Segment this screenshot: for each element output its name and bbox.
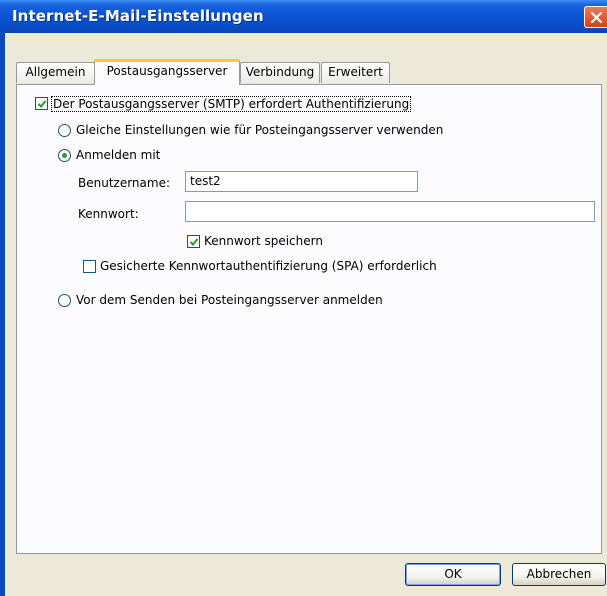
tab-allgemein-label: Allgemein (25, 65, 86, 79)
requires-auth-checkbox[interactable] (35, 97, 48, 110)
spa-label: Gesicherte Kennwortauthentifizierung (SP… (100, 259, 437, 273)
checkmark-icon (37, 100, 47, 108)
username-label: Benutzername: (78, 176, 171, 190)
window-frame-edge (0, 33, 5, 596)
tab-verbindung[interactable]: Verbindung (240, 62, 320, 83)
tab-allgemein[interactable]: Allgemein (16, 62, 95, 83)
same-settings-label: Gleiche Einstellungen wie für Posteingan… (76, 123, 444, 137)
tab-postausgangsserver[interactable]: Postausgangsserver (94, 59, 240, 85)
close-icon (591, 12, 602, 23)
password-field[interactable] (185, 201, 595, 222)
save-password-label: Kennwort speichern (204, 234, 323, 248)
radio-selected-dot (62, 153, 67, 158)
close-button[interactable] (584, 6, 607, 28)
requires-auth-label: Der Postausgangsserver (SMTP) erfordert … (51, 96, 412, 112)
cancel-button[interactable]: Abbrechen (512, 563, 606, 586)
tab-erweitert-label: Erweitert (328, 65, 383, 79)
save-password-checkbox[interactable] (187, 235, 200, 248)
window-title: Internet-E-Mail-Einstellungen (12, 7, 264, 25)
password-label: Kennwort: (78, 207, 139, 221)
login-with-label: Anmelden mit (76, 148, 161, 162)
title-bar[interactable]: Internet-E-Mail-Einstellungen (0, 0, 607, 33)
login-before-send-radio[interactable] (58, 294, 71, 307)
email-settings-dialog: Internet-E-Mail-Einstellungen Allgemein … (0, 0, 607, 596)
ok-button[interactable]: OK (405, 563, 501, 586)
tab-erweitert[interactable]: Erweitert (321, 62, 390, 83)
login-before-send-label: Vor dem Senden bei Posteingangsserver an… (76, 293, 383, 307)
tab-verbindung-label: Verbindung (245, 65, 315, 79)
tab-postausgangsserver-label: Postausgangsserver (106, 64, 228, 78)
spa-checkbox[interactable] (83, 260, 96, 273)
login-with-radio[interactable] (58, 149, 71, 162)
username-field[interactable]: test2 (185, 171, 418, 192)
same-settings-radio[interactable] (58, 124, 71, 137)
tab-panel-postausgangsserver: Der Postausgangsserver (SMTP) erfordert … (16, 84, 602, 554)
checkmark-icon (189, 238, 199, 246)
